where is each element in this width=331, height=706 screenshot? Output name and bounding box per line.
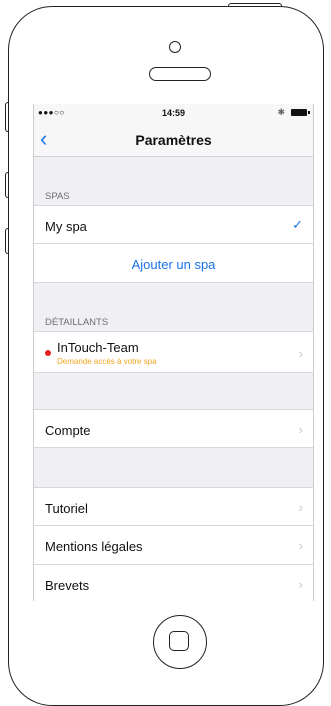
status-time: 14:59 <box>161 108 186 118</box>
add-spa-label: Ajouter un spa <box>131 257 216 272</box>
home-square-icon <box>169 631 189 651</box>
dealer-row[interactable]: InTouch-Team Demande accès à votre spa › <box>34 331 313 373</box>
dealer-subtitle: Demande accès à votre spa <box>57 357 157 366</box>
section-header-spas: SPAS <box>45 191 70 202</box>
chevron-right-icon: › <box>298 346 303 361</box>
patents-label: Brevets <box>45 578 90 593</box>
legal-row[interactable]: Mentions légales › <box>34 526 313 565</box>
legal-label: Mentions légales <box>45 539 143 554</box>
home-button[interactable] <box>153 615 207 669</box>
account-row[interactable]: Compte › <box>34 409 313 448</box>
spa-name: My spa <box>45 219 87 234</box>
account-label: Compte <box>45 423 91 438</box>
tutorial-row[interactable]: Tutoriel › <box>34 487 313 526</box>
page-title: Paramètres <box>135 132 212 148</box>
patents-row[interactable]: Brevets › <box>34 565 313 601</box>
speaker-grille <box>149 67 211 81</box>
add-spa-button[interactable]: Ajouter un spa <box>34 244 313 283</box>
chevron-right-icon: › <box>298 500 303 515</box>
checkmark-icon: ✓ <box>292 217 303 232</box>
status-dot-icon <box>45 350 51 356</box>
navigation-bar: ‹ Paramètres <box>34 122 313 157</box>
camera-icon <box>169 41 181 53</box>
tutorial-label: Tutoriel <box>45 501 88 516</box>
chevron-right-icon: › <box>298 577 303 592</box>
battery-icon <box>291 109 310 116</box>
dealer-name: InTouch-Team <box>57 340 139 355</box>
bluetooth-icon: ✱ <box>277 107 285 117</box>
section-header-dealers: DÉTAILLANTS <box>45 317 109 328</box>
spa-row[interactable]: My spa ✓ <box>34 205 313 244</box>
status-bar: ●●●○○ 14:59 ✱ <box>34 104 313 122</box>
chevron-right-icon: › <box>298 538 303 553</box>
app-screen: ●●●○○ 14:59 ✱ ‹ Paramètres SPAS My spa ✓… <box>33 104 314 601</box>
chevron-right-icon: › <box>298 422 303 437</box>
